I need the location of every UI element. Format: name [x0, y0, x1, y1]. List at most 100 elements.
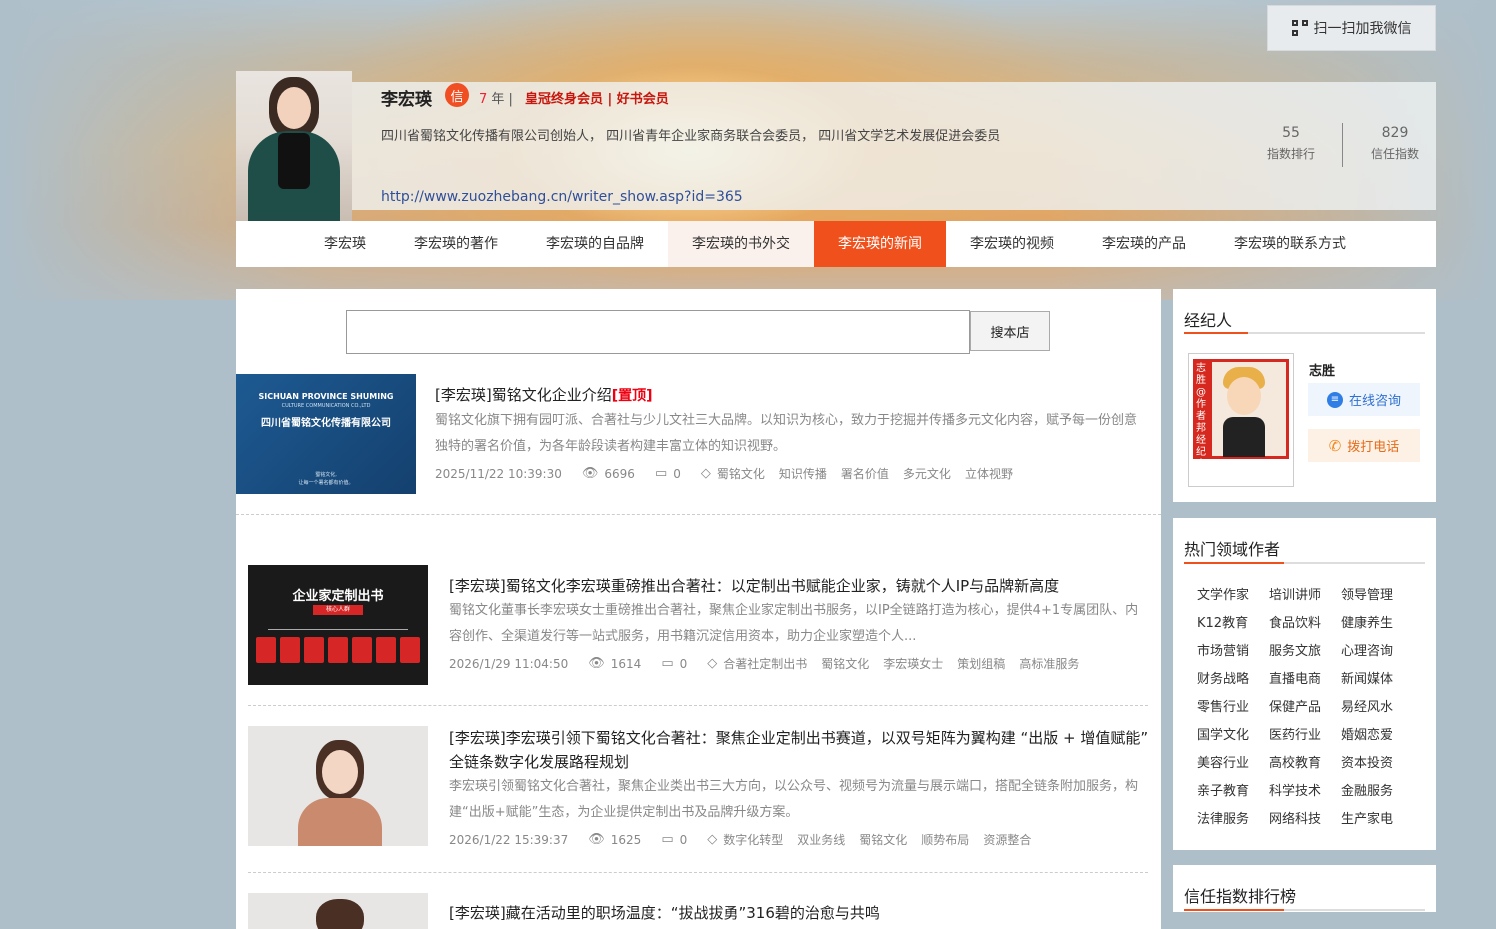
stat-divider: [1342, 123, 1343, 167]
nav-products[interactable]: 李宏瑛的产品: [1078, 221, 1210, 267]
online-consult-button[interactable]: ≡ 在线咨询: [1308, 383, 1420, 416]
title-underline: [1184, 909, 1425, 911]
title-underline: [1184, 332, 1425, 334]
eye-icon: 👁: [588, 832, 605, 847]
field-tag[interactable]: 高校教育: [1269, 754, 1341, 774]
nav-brand[interactable]: 李宏瑛的自品牌: [522, 221, 668, 267]
field-tag[interactable]: 美容行业: [1197, 754, 1269, 774]
author-url[interactable]: http://www.zuozhebang.cn/writer_show.asp…: [381, 189, 743, 205]
wechat-button-label: 扫一扫加我微信: [1313, 21, 1412, 37]
field-tag[interactable]: K12教育: [1197, 614, 1269, 634]
agent-panel: 经纪人 志胜@作者邦经纪人 志胜 ≡ 在线咨询 ✆ 拨打电话: [1173, 289, 1436, 502]
field-tag[interactable]: 零售行业: [1197, 698, 1269, 718]
article-tag[interactable]: 蜀铭文化: [821, 655, 869, 672]
article-title[interactable]: [李宏瑛]蜀铭文化李宏瑛重磅推出合著社：以定制出书赋能企业家，铸就个人IP与品牌…: [449, 574, 1059, 598]
field-tag[interactable]: 心理咨询: [1341, 642, 1413, 662]
article-meta: 2026/1/29 11:04:50 👁 1614 ▭ 0 ◇ 合著社定制出书 蜀铭…: [449, 655, 1080, 672]
field-tag[interactable]: 领导管理: [1341, 586, 1413, 606]
nav-home[interactable]: 李宏瑛: [300, 221, 390, 267]
tag-icon: ◇: [707, 832, 718, 847]
stat-trust: 829 信任指数: [1370, 125, 1419, 161]
article-meta: 2026/1/22 15:39:37 👁 1625 ▭ 0 ◇ 数字化转型 双业务线…: [449, 831, 1032, 848]
article-tag[interactable]: 合著社定制出书: [723, 655, 807, 672]
search-button[interactable]: 搜本店: [970, 311, 1050, 351]
search-input[interactable]: [346, 310, 970, 354]
eye-icon: 👁: [581, 466, 599, 481]
tag-icon: ◇: [707, 656, 718, 671]
article-tag[interactable]: 顺势布局: [921, 831, 969, 848]
article-summary: 蜀铭文化董事长李宏瑛女士重磅推出合著社，聚焦企业家定制出书服务，以IP全链路打造…: [449, 603, 1139, 644]
hot-authors-panel: 热门领域作者 文学作家 培训讲师 领导管理 K12教育 食品饮料 健康养生 市场…: [1173, 518, 1436, 850]
news-list-panel: 搜本店 SICHUAN PROVINCE SHUMING CULTURE COM…: [236, 289, 1161, 929]
article-tag[interactable]: 署名价值: [841, 465, 889, 482]
agent-avatar[interactable]: 志胜@作者邦经纪人: [1188, 353, 1294, 487]
qr-code-icon: [1291, 20, 1308, 36]
field-tag[interactable]: 金融服务: [1341, 782, 1413, 802]
field-tag[interactable]: 新闻媒体: [1341, 670, 1413, 690]
field-tag[interactable]: 财务战略: [1197, 670, 1269, 690]
article-title[interactable]: [李宏瑛]藏在活动里的职场温度：“拔战拔勇”316碧的治愈与共鸣: [449, 901, 880, 925]
field-tag[interactable]: 服务文旅: [1269, 642, 1341, 662]
field-tag[interactable]: 直播电商: [1269, 670, 1341, 690]
trust-badge: 信: [445, 83, 469, 107]
chat-icon: ≡: [1326, 391, 1343, 408]
article-summary: 蜀铭文化旗下拥有园叮派、合著社与少儿文社三大品牌。以知识为核心，致力于挖掘并传播…: [435, 413, 1138, 454]
field-tag[interactable]: 亲子教育: [1197, 782, 1269, 802]
field-tag[interactable]: 易经风水: [1341, 698, 1413, 718]
membership-label: 皇冠终身会员 | 好书会员: [525, 92, 669, 107]
field-tag[interactable]: 医药行业: [1269, 726, 1341, 746]
nav-contact[interactable]: 李宏瑛的联系方式: [1210, 221, 1370, 267]
title-underline: [1184, 562, 1425, 564]
article-thumbnail[interactable]: 企业家定制出书 核心人群: [248, 565, 428, 685]
avatar[interactable]: [236, 71, 352, 221]
field-tag[interactable]: 食品饮料: [1269, 614, 1341, 634]
article-tag[interactable]: 资源整合: [983, 831, 1031, 848]
field-tag[interactable]: 国学文化: [1197, 726, 1269, 746]
phone-icon: ✆: [1328, 436, 1342, 455]
article-tag[interactable]: 多元文化: [903, 465, 951, 482]
author-description: 四川省蜀铭文化传播有限公司创始人， 四川省青年企业家商务联合会委员， 四川省文学…: [381, 129, 1001, 144]
call-button[interactable]: ✆ 拨打电话: [1308, 429, 1420, 462]
trust-ranking-panel: 信任指数排行榜: [1173, 865, 1436, 912]
field-tag[interactable]: 健康养生: [1341, 614, 1413, 634]
field-tag[interactable]: 法律服务: [1197, 810, 1269, 830]
article-tag[interactable]: 李宏瑛女士: [883, 655, 943, 672]
field-tag[interactable]: 生产家电: [1341, 810, 1413, 830]
article-tag[interactable]: 高标准服务: [1019, 655, 1079, 672]
member-years: 7 年 |: [479, 92, 513, 107]
field-tag[interactable]: 培训讲师: [1269, 586, 1341, 606]
nav-works[interactable]: 李宏瑛的著作: [390, 221, 522, 267]
article-tag[interactable]: 策划组稿: [957, 655, 1005, 672]
nav-videos[interactable]: 李宏瑛的视频: [946, 221, 1078, 267]
divider: [248, 705, 1148, 706]
article-tag[interactable]: 蜀铭文化: [717, 465, 765, 482]
field-tag[interactable]: 网络科技: [1269, 810, 1341, 830]
article-tag[interactable]: 数字化转型: [723, 831, 783, 848]
article-thumbnail[interactable]: SICHUAN PROVINCE SHUMING CULTURE COMMUNI…: [236, 374, 416, 494]
article-tag[interactable]: 双业务线: [797, 831, 845, 848]
field-tag[interactable]: 婚姻恋爱: [1341, 726, 1413, 746]
field-tag-list: 文学作家 培训讲师 领导管理 K12教育 食品饮料 健康养生 市场营销 服务文旅…: [1197, 586, 1427, 830]
nav-diplomacy[interactable]: 李宏瑛的书外交: [668, 221, 814, 267]
field-tag[interactable]: 资本投资: [1341, 754, 1413, 774]
article-title[interactable]: [李宏瑛]李宏瑛引领下蜀铭文化合著社：聚焦企业定制出书赛道，以双号矩阵为翼构建 …: [449, 726, 1149, 774]
field-tag[interactable]: 科学技术: [1269, 782, 1341, 802]
agent-title: 经纪人: [1184, 311, 1233, 330]
article-tag[interactable]: 立体视野: [965, 465, 1013, 482]
article-thumbnail[interactable]: [248, 726, 428, 846]
wechat-qr-button[interactable]: 扫一扫加我微信: [1267, 5, 1436, 51]
nav-news[interactable]: 李宏瑛的新闻: [814, 221, 946, 267]
comment-icon: ▭: [661, 656, 674, 671]
article-thumbnail[interactable]: [248, 893, 428, 929]
article-summary: 李宏瑛引领蜀铭文化合著社，聚焦企业类出书三大方向，以公众号、视频号为流量与展示端…: [449, 779, 1139, 820]
comment-icon: ▭: [661, 832, 674, 847]
ranking-title: 信任指数排行榜: [1184, 887, 1297, 906]
field-tag[interactable]: 文学作家: [1197, 586, 1269, 606]
field-tag[interactable]: 保健产品: [1269, 698, 1341, 718]
field-tag[interactable]: 市场营销: [1197, 642, 1269, 662]
author-name: 李宏瑛: [381, 90, 432, 110]
eye-icon: 👁: [588, 656, 605, 671]
article-title[interactable]: [李宏瑛]蜀铭文化企业介绍[置顶]: [435, 383, 653, 408]
article-tag[interactable]: 知识传播: [779, 465, 827, 482]
article-tag[interactable]: 蜀铭文化: [859, 831, 907, 848]
